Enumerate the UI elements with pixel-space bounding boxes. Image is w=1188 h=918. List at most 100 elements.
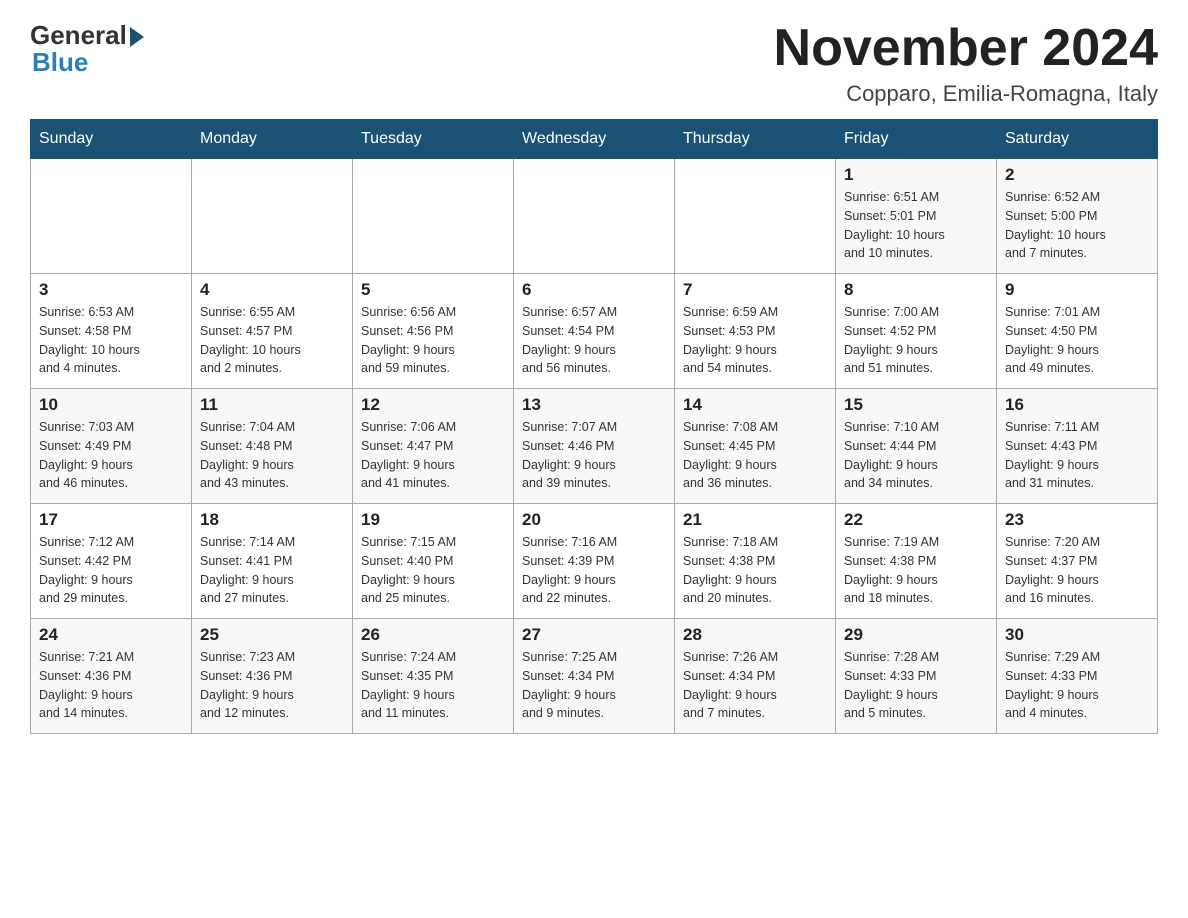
month-title: November 2024 bbox=[774, 20, 1158, 77]
calendar-cell: 3Sunrise: 6:53 AMSunset: 4:58 PMDaylight… bbox=[31, 274, 192, 389]
day-info: Sunrise: 7:12 AMSunset: 4:42 PMDaylight:… bbox=[39, 533, 183, 608]
logo-arrow-icon bbox=[130, 27, 144, 47]
calendar-cell: 10 Sunrise: 7:03 AMSunset: 4:49 PMDayligh… bbox=[31, 389, 192, 504]
day-number: 11 bbox=[200, 395, 344, 415]
day-number: 22 bbox=[844, 510, 988, 530]
day-number: 20 bbox=[522, 510, 666, 530]
day-info: Sunrise: 7:23 AMSunset: 4:36 PMDaylight:… bbox=[200, 648, 344, 723]
day-info: Sunrise: 7:21 AMSunset: 4:36 PMDaylight:… bbox=[39, 648, 183, 723]
calendar-cell: 12 Sunrise: 7:06 AMSunset: 4:47 PMDayligh… bbox=[353, 389, 514, 504]
calendar-cell: 18 Sunrise: 7:14 AMSunset: 4:41 PMDayligh… bbox=[192, 504, 353, 619]
day-number: 27 bbox=[522, 625, 666, 645]
calendar-cell: 4Sunrise: 6:55 AMSunset: 4:57 PMDaylight… bbox=[192, 274, 353, 389]
day-number: 7 bbox=[683, 280, 827, 300]
calendar-cell: 7 Sunrise: 6:59 AMSunset: 4:53 PMDaylight… bbox=[675, 274, 836, 389]
weekday-header-saturday: Saturday bbox=[997, 120, 1158, 159]
day-number: 9 bbox=[1005, 280, 1149, 300]
calendar-cell: 17 Sunrise: 7:12 AMSunset: 4:42 PMDayligh… bbox=[31, 504, 192, 619]
calendar-week-row: 3Sunrise: 6:53 AMSunset: 4:58 PMDaylight… bbox=[31, 274, 1158, 389]
calendar-cell: 27 Sunrise: 7:25 AMSunset: 4:34 PMDayligh… bbox=[514, 619, 675, 734]
day-number: 5 bbox=[361, 280, 505, 300]
day-info: Sunrise: 7:16 AMSunset: 4:39 PMDaylight:… bbox=[522, 533, 666, 608]
day-info: Sunrise: 6:51 AMSunset: 5:01 PMDaylight:… bbox=[844, 188, 988, 263]
page-header: General Blue November 2024 Copparo, Emil… bbox=[30, 20, 1158, 107]
calendar-table: SundayMondayTuesdayWednesdayThursdayFrid… bbox=[30, 119, 1158, 734]
calendar-cell: 26 Sunrise: 7:24 AMSunset: 4:35 PMDayligh… bbox=[353, 619, 514, 734]
day-number: 1 bbox=[844, 165, 988, 185]
day-info: Sunrise: 7:26 AMSunset: 4:34 PMDaylight:… bbox=[683, 648, 827, 723]
calendar-cell: 24 Sunrise: 7:21 AMSunset: 4:36 PMDayligh… bbox=[31, 619, 192, 734]
calendar-cell: 8 Sunrise: 7:00 AMSunset: 4:52 PMDaylight… bbox=[836, 274, 997, 389]
day-info: Sunrise: 7:18 AMSunset: 4:38 PMDaylight:… bbox=[683, 533, 827, 608]
day-number: 8 bbox=[844, 280, 988, 300]
calendar-cell: 28Sunrise: 7:26 AMSunset: 4:34 PMDayligh… bbox=[675, 619, 836, 734]
day-number: 13 bbox=[522, 395, 666, 415]
calendar-cell: 30 Sunrise: 7:29 AMSunset: 4:33 PMDayligh… bbox=[997, 619, 1158, 734]
day-number: 6 bbox=[522, 280, 666, 300]
logo-blue-text: Blue bbox=[30, 47, 88, 78]
calendar-cell: 21Sunrise: 7:18 AMSunset: 4:38 PMDayligh… bbox=[675, 504, 836, 619]
day-number: 12 bbox=[361, 395, 505, 415]
calendar-cell bbox=[514, 159, 675, 274]
weekday-header-row: SundayMondayTuesdayWednesdayThursdayFrid… bbox=[31, 120, 1158, 159]
calendar-cell: 20 Sunrise: 7:16 AMSunset: 4:39 PMDayligh… bbox=[514, 504, 675, 619]
day-info: Sunrise: 6:59 AMSunset: 4:53 PMDaylight:… bbox=[683, 303, 827, 378]
day-number: 2 bbox=[1005, 165, 1149, 185]
day-info: Sunrise: 7:29 AMSunset: 4:33 PMDaylight:… bbox=[1005, 648, 1149, 723]
weekday-header-tuesday: Tuesday bbox=[353, 120, 514, 159]
day-info: Sunrise: 7:28 AMSunset: 4:33 PMDaylight:… bbox=[844, 648, 988, 723]
day-info: Sunrise: 7:03 AMSunset: 4:49 PMDaylight:… bbox=[39, 418, 183, 493]
day-info: Sunrise: 7:15 AMSunset: 4:40 PMDaylight:… bbox=[361, 533, 505, 608]
day-number: 17 bbox=[39, 510, 183, 530]
weekday-header-sunday: Sunday bbox=[31, 120, 192, 159]
weekday-header-thursday: Thursday bbox=[675, 120, 836, 159]
day-info: Sunrise: 7:24 AMSunset: 4:35 PMDaylight:… bbox=[361, 648, 505, 723]
day-info: Sunrise: 7:00 AMSunset: 4:52 PMDaylight:… bbox=[844, 303, 988, 378]
day-info: Sunrise: 6:57 AMSunset: 4:54 PMDaylight:… bbox=[522, 303, 666, 378]
calendar-cell: 2 Sunrise: 6:52 AMSunset: 5:00 PMDaylight… bbox=[997, 159, 1158, 274]
calendar-cell: 11 Sunrise: 7:04 AMSunset: 4:48 PMDayligh… bbox=[192, 389, 353, 504]
day-info: Sunrise: 6:55 AMSunset: 4:57 PMDaylight:… bbox=[200, 303, 344, 378]
day-number: 29 bbox=[844, 625, 988, 645]
title-section: November 2024 Copparo, Emilia-Romagna, I… bbox=[774, 20, 1158, 107]
calendar-cell: 29 Sunrise: 7:28 AMSunset: 4:33 PMDayligh… bbox=[836, 619, 997, 734]
day-info: Sunrise: 7:07 AMSunset: 4:46 PMDaylight:… bbox=[522, 418, 666, 493]
calendar-cell: 19 Sunrise: 7:15 AMSunset: 4:40 PMDayligh… bbox=[353, 504, 514, 619]
weekday-header-friday: Friday bbox=[836, 120, 997, 159]
day-number: 24 bbox=[39, 625, 183, 645]
weekday-header-monday: Monday bbox=[192, 120, 353, 159]
day-info: Sunrise: 7:01 AMSunset: 4:50 PMDaylight:… bbox=[1005, 303, 1149, 378]
day-info: Sunrise: 6:56 AMSunset: 4:56 PMDaylight:… bbox=[361, 303, 505, 378]
day-number: 14 bbox=[683, 395, 827, 415]
day-number: 10 bbox=[39, 395, 183, 415]
calendar-cell: 22 Sunrise: 7:19 AMSunset: 4:38 PMDayligh… bbox=[836, 504, 997, 619]
day-info: Sunrise: 7:06 AMSunset: 4:47 PMDaylight:… bbox=[361, 418, 505, 493]
location-text: Copparo, Emilia-Romagna, Italy bbox=[774, 81, 1158, 107]
day-number: 30 bbox=[1005, 625, 1149, 645]
day-number: 26 bbox=[361, 625, 505, 645]
calendar-cell: 16 Sunrise: 7:11 AMSunset: 4:43 PMDayligh… bbox=[997, 389, 1158, 504]
day-number: 19 bbox=[361, 510, 505, 530]
day-info: Sunrise: 7:19 AMSunset: 4:38 PMDaylight:… bbox=[844, 533, 988, 608]
day-number: 16 bbox=[1005, 395, 1149, 415]
calendar-week-row: 10 Sunrise: 7:03 AMSunset: 4:49 PMDayligh… bbox=[31, 389, 1158, 504]
day-info: Sunrise: 7:08 AMSunset: 4:45 PMDaylight:… bbox=[683, 418, 827, 493]
day-info: Sunrise: 7:14 AMSunset: 4:41 PMDaylight:… bbox=[200, 533, 344, 608]
day-info: Sunrise: 7:25 AMSunset: 4:34 PMDaylight:… bbox=[522, 648, 666, 723]
calendar-cell bbox=[675, 159, 836, 274]
calendar-cell: 5 Sunrise: 6:56 AMSunset: 4:56 PMDaylight… bbox=[353, 274, 514, 389]
day-info: Sunrise: 6:53 AMSunset: 4:58 PMDaylight:… bbox=[39, 303, 183, 378]
calendar-week-row: 1 Sunrise: 6:51 AMSunset: 5:01 PMDaylight… bbox=[31, 159, 1158, 274]
day-number: 25 bbox=[200, 625, 344, 645]
calendar-week-row: 17 Sunrise: 7:12 AMSunset: 4:42 PMDayligh… bbox=[31, 504, 1158, 619]
calendar-cell: 9 Sunrise: 7:01 AMSunset: 4:50 PMDaylight… bbox=[997, 274, 1158, 389]
calendar-cell: 13 Sunrise: 7:07 AMSunset: 4:46 PMDayligh… bbox=[514, 389, 675, 504]
calendar-cell: 23Sunrise: 7:20 AMSunset: 4:37 PMDayligh… bbox=[997, 504, 1158, 619]
day-info: Sunrise: 6:52 AMSunset: 5:00 PMDaylight:… bbox=[1005, 188, 1149, 263]
day-info: Sunrise: 7:20 AMSunset: 4:37 PMDaylight:… bbox=[1005, 533, 1149, 608]
day-number: 18 bbox=[200, 510, 344, 530]
day-info: Sunrise: 7:11 AMSunset: 4:43 PMDaylight:… bbox=[1005, 418, 1149, 493]
day-info: Sunrise: 7:04 AMSunset: 4:48 PMDaylight:… bbox=[200, 418, 344, 493]
logo: General Blue bbox=[30, 20, 144, 78]
day-info: Sunrise: 7:10 AMSunset: 4:44 PMDaylight:… bbox=[844, 418, 988, 493]
